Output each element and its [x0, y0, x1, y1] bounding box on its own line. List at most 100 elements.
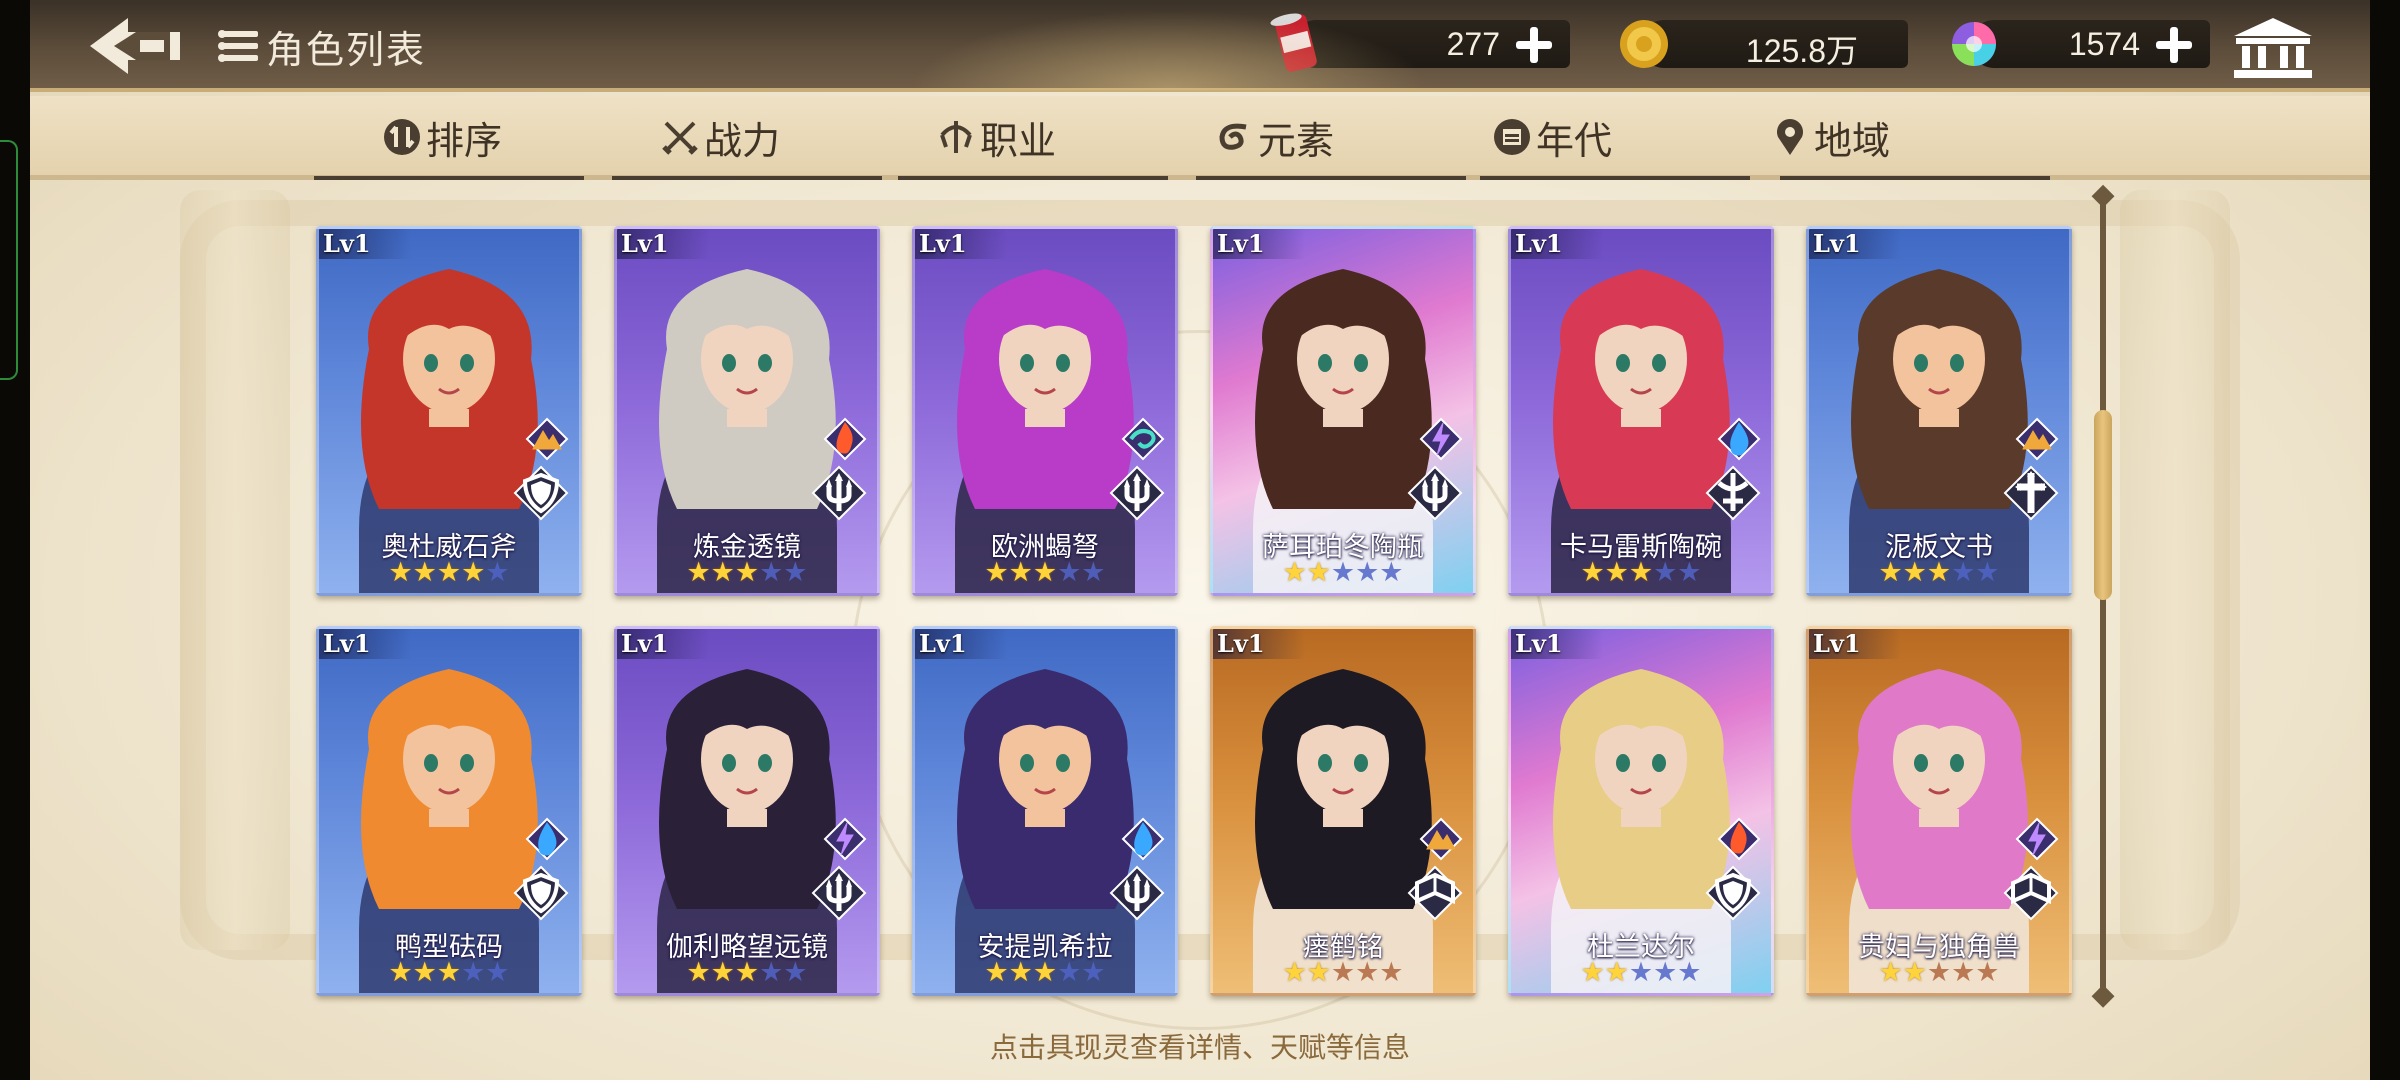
character-card[interactable]: Lv1 杜兰达尔 ★★★★★: [1508, 626, 1774, 996]
class-shield-icon: [513, 865, 569, 921]
list-icon: [218, 29, 258, 63]
element-earth-icon: [2015, 417, 2059, 461]
can-icon: [1270, 13, 1317, 72]
tab-power-label: 战力: [704, 120, 781, 163]
gold-count: 125.8万: [1745, 33, 1858, 69]
hint-text: 点击具现灵查看详情、天赋等信息: [989, 1032, 1410, 1063]
level-label: Lv1: [1809, 229, 1901, 259]
element-water-icon: [1121, 817, 1165, 861]
star-rating: ★★★★★: [686, 957, 808, 988]
character-card[interactable]: Lv1 贵妇与独角兽 ★★★★★: [1806, 626, 2072, 996]
background-pillar-left: [180, 190, 290, 950]
tab-underline: [1780, 176, 2050, 180]
tab-sort[interactable]: 排序: [382, 112, 503, 163]
level-label: Lv1: [1213, 629, 1305, 659]
level-label: Lv1: [1213, 229, 1305, 259]
coin-icon: [1620, 20, 1668, 68]
bank-button[interactable]: [2230, 14, 2316, 80]
star-rating: ★★★★★: [1580, 557, 1702, 588]
star-rating: ★★★★★: [1282, 557, 1404, 588]
character-card[interactable]: Lv1 奥杜威石斧 ★★★★★: [316, 226, 582, 596]
class-trident-icon: [1109, 865, 1165, 921]
resource-gold: 125.8万: [1620, 20, 1908, 69]
tab-power[interactable]: 战力: [660, 112, 781, 163]
class-trident-icon: [811, 465, 867, 521]
tab-class-label: 职业: [980, 120, 1057, 163]
level-label: Lv1: [1511, 629, 1603, 659]
class-trident-icon: [1109, 465, 1165, 521]
resource-gem: 1574: [1952, 20, 2210, 68]
element-fire-icon: [823, 417, 867, 461]
screen-edge-right: [2370, 0, 2400, 1080]
element-wind-icon: [1121, 417, 1165, 461]
add-can-button[interactable]: [1512, 22, 1556, 66]
back-button[interactable]: [84, 10, 192, 82]
can-count: 277: [1446, 26, 1500, 62]
tab-underline: [314, 176, 584, 180]
character-card[interactable]: Lv1 鸭型砝码 ★★★★★: [316, 626, 582, 996]
character-card[interactable]: Lv1 萨耳珀冬陶瓶 ★★★★★: [1210, 226, 1476, 596]
class-book-icon: [1407, 865, 1463, 921]
element-thunder-icon: [2015, 817, 2059, 861]
star-rating: ★★★★★: [388, 957, 510, 988]
level-label: Lv1: [1809, 629, 1901, 659]
add-gem-button[interactable]: [2152, 22, 2196, 66]
scrollbar-thumb[interactable]: [2094, 410, 2112, 600]
tab-region[interactable]: 地域: [1770, 112, 1891, 163]
camera-notch: [0, 140, 18, 380]
class-book-icon: [2003, 865, 2059, 921]
star-rating: ★★★★★: [1580, 957, 1702, 988]
element-fire-icon: [1717, 817, 1761, 861]
level-label: Lv1: [319, 629, 411, 659]
tab-region-label: 地域: [1814, 120, 1891, 163]
class-shield-icon: [513, 465, 569, 521]
star-rating: ★★★★★: [1878, 957, 2000, 988]
character-card[interactable]: Lv1 瘗鹤铭 ★★★★★: [1210, 626, 1476, 996]
character-card[interactable]: Lv1 伽利略望远镜 ★★★★★: [614, 626, 880, 996]
screen-edge-left: [0, 0, 30, 1080]
element-earth-icon: [1419, 817, 1463, 861]
swords-icon: [662, 121, 698, 155]
location-pin-icon: [1777, 119, 1803, 155]
star-rating: ★★★★★: [1282, 957, 1404, 988]
class-icon: [940, 121, 972, 153]
tab-sort-label: 排序: [426, 120, 503, 163]
character-card[interactable]: Lv1 炼金透镜 ★★★★★: [614, 226, 880, 596]
top-bar: 角色列表 277 125.8万 1574: [30, 0, 2370, 92]
level-label: Lv1: [617, 629, 709, 659]
scroll-ornament-bottom-icon: ◆: [2091, 978, 2115, 1011]
tab-underline: [612, 176, 882, 180]
character-card[interactable]: Lv1 泥板文书 ★★★★★: [1806, 226, 2072, 596]
tab-era-label: 年代: [1536, 120, 1613, 163]
character-card[interactable]: Lv1 卡马雷斯陶碗 ★★★★★: [1508, 226, 1774, 596]
tab-underline: [1480, 176, 1750, 180]
star-rating: ★★★★★: [1878, 557, 2000, 588]
resource-can: 277: [1270, 13, 1570, 72]
bank-icon: [2234, 18, 2312, 78]
tab-class[interactable]: 职业: [936, 112, 1057, 163]
filter-bar: 排序 战力 职业 元素 年代 地域: [30, 96, 2370, 180]
character-card[interactable]: Lv1 欧洲蝎弩 ★★★★★: [912, 226, 1178, 596]
class-trident-icon: [1407, 465, 1463, 521]
class-sword-icon: [1705, 465, 1761, 521]
title-group: 角色列表: [218, 18, 426, 74]
background-pillar-right: [2120, 190, 2230, 950]
tab-underline: [898, 176, 1168, 180]
class-trident-icon: [811, 865, 867, 921]
tab-era[interactable]: 年代: [1492, 112, 1613, 163]
character-card[interactable]: Lv1 安提凯希拉 ★★★★★: [912, 626, 1178, 996]
star-rating: ★★★★★: [984, 557, 1106, 588]
class-cross-icon: [2003, 465, 2059, 521]
element-water-icon: [525, 817, 569, 861]
element-thunder-icon: [1419, 417, 1463, 461]
gem-count: 1574: [2068, 26, 2140, 62]
element-earth-icon: [525, 417, 569, 461]
tab-element-label: 元素: [1258, 120, 1335, 163]
level-label: Lv1: [617, 229, 709, 259]
element-thunder-icon: [823, 817, 867, 861]
tab-element[interactable]: 元素: [1214, 112, 1335, 163]
character-list-screen: 角色列表 277 125.8万 1574 排序 战力 职业 元素 年代 地域 L…: [30, 0, 2370, 1080]
element-water-icon: [1717, 417, 1761, 461]
back-arrow-icon: [90, 18, 180, 74]
level-label: Lv1: [319, 229, 411, 259]
